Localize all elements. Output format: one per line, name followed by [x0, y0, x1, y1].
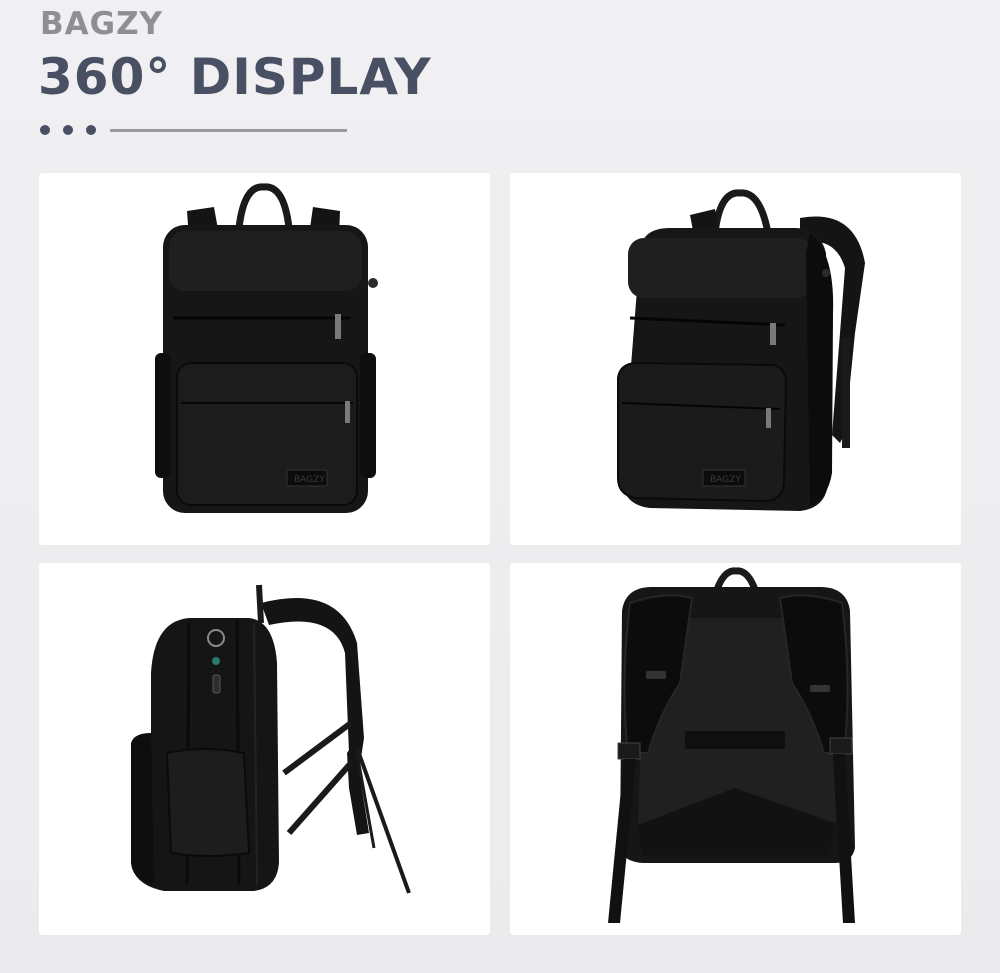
product-view-front[interactable]: BAGZY [39, 173, 490, 545]
product-view-front-angled[interactable]: BAGZY [510, 173, 961, 545]
logo-patch-text: BAGZY [710, 475, 741, 485]
product-view-side[interactable] [39, 563, 490, 935]
decoration-dot [63, 125, 73, 135]
backpack-front-image: BAGZY [155, 183, 378, 513]
product-view-back[interactable] [510, 563, 961, 935]
backpack-angled-image: BAGZY [617, 189, 865, 511]
brand-name: BAGZY [40, 6, 163, 42]
decoration-dot [40, 125, 50, 135]
decoration-dot [86, 125, 96, 135]
backpack-back-image [608, 567, 855, 923]
backpack-side-image [131, 584, 411, 894]
decoration-rule [110, 129, 347, 132]
logo-patch-text: BAGZY [294, 475, 325, 485]
title-decoration [40, 125, 360, 137]
page-title: 360° DISPLAY [38, 48, 432, 106]
